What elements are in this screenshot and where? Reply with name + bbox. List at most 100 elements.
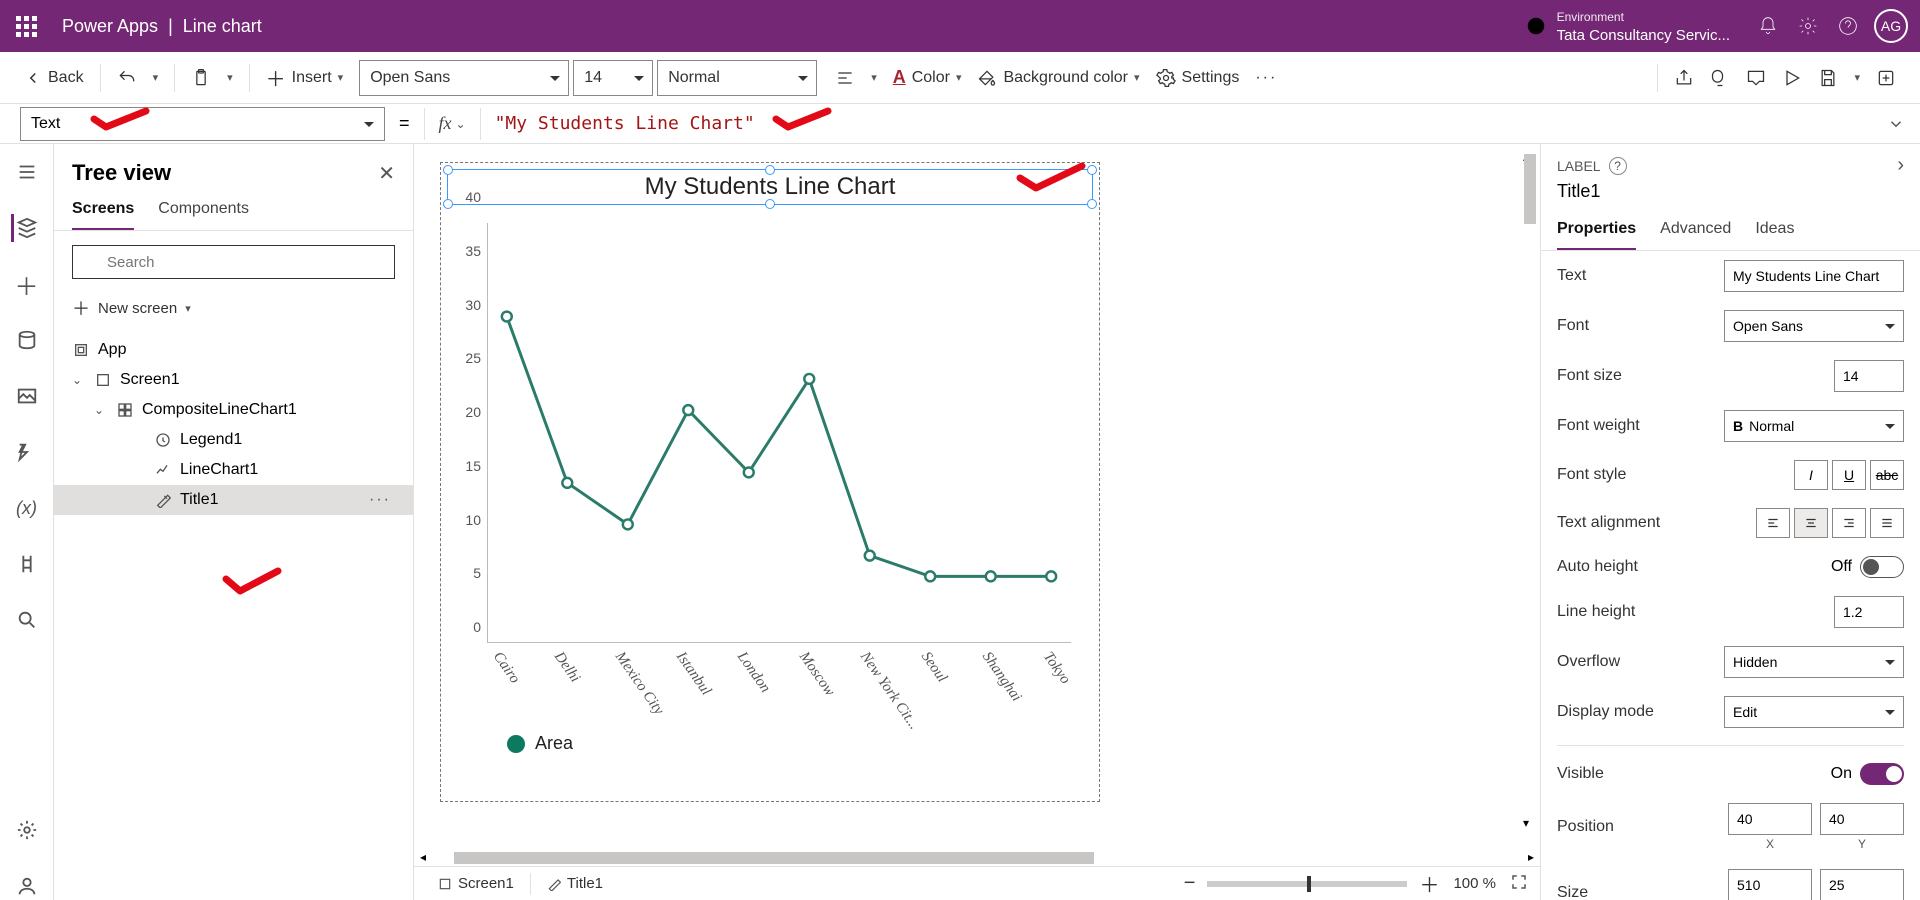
rail-tools-icon[interactable] xyxy=(13,550,41,578)
environment-picker[interactable]: Environment Tata Consultancy Servic... xyxy=(1525,8,1730,44)
rail-virtual-agent-icon[interactable] xyxy=(13,872,41,900)
zoom-in-icon[interactable]: ＋ xyxy=(1419,869,1439,898)
comment-icon[interactable] xyxy=(1738,62,1774,94)
tree-node-legend[interactable]: Legend1 xyxy=(54,425,413,455)
insert-button[interactable]: ＋ Insert ▾ xyxy=(258,57,352,98)
tree-node-linechart[interactable]: LineChart1 xyxy=(54,455,413,485)
waffle-icon[interactable] xyxy=(12,12,40,40)
paste-dropdown[interactable]: ▾ xyxy=(219,65,241,90)
vertical-scrollbar[interactable]: ▴ ▾ xyxy=(1520,154,1540,826)
prop-y-input[interactable]: 40 xyxy=(1820,803,1904,835)
bgcolor-button[interactable]: Background color ▾ xyxy=(969,62,1147,94)
prop-weight-select[interactable]: BNormal xyxy=(1724,410,1904,442)
checker-icon[interactable] xyxy=(1702,62,1738,94)
back-button[interactable]: Back xyxy=(16,63,92,93)
tab-components[interactable]: Components xyxy=(158,192,249,230)
equals-sign: = xyxy=(399,113,410,134)
font-weight-select[interactable]: Normal xyxy=(657,60,817,96)
align-button[interactable] xyxy=(827,62,863,94)
visible-toggle[interactable] xyxy=(1860,763,1904,785)
save-dropdown[interactable]: ▾ xyxy=(1846,65,1868,90)
rail-insert-icon[interactable]: ＋ xyxy=(13,270,41,298)
rail-data-icon[interactable] xyxy=(13,326,41,354)
prop-height-input[interactable]: 25 xyxy=(1820,869,1904,900)
tree-search-input[interactable] xyxy=(72,245,395,279)
chart-container[interactable]: My Students Line Chart 0510152025303540 … xyxy=(440,162,1100,802)
align-left-button[interactable] xyxy=(1756,508,1790,538)
underline-button[interactable]: U xyxy=(1832,460,1866,490)
info-icon[interactable]: ? xyxy=(1609,157,1627,175)
rail-tree-icon[interactable] xyxy=(11,214,39,242)
tree-node-app[interactable]: App xyxy=(54,335,413,365)
font-size-input[interactable]: 14 xyxy=(573,60,653,96)
align-right-button[interactable] xyxy=(1832,508,1866,538)
notifications-icon[interactable] xyxy=(1748,0,1788,52)
rail-hamburger-icon[interactable] xyxy=(13,158,41,186)
tree-title: Tree view xyxy=(72,160,171,186)
prop-tab-properties[interactable]: Properties xyxy=(1557,212,1636,250)
control-name[interactable]: Title1 xyxy=(1541,177,1920,212)
titlebar: Power Apps | Line chart Environment Tata… xyxy=(0,0,1920,52)
panel-collapse-icon[interactable]: › xyxy=(1897,154,1904,177)
font-select[interactable]: Open Sans xyxy=(359,60,569,96)
share-icon[interactable] xyxy=(1666,62,1702,94)
avatar[interactable]: AG xyxy=(1874,9,1908,43)
rail-settings-icon[interactable] xyxy=(13,816,41,844)
tab-screens[interactable]: Screens xyxy=(72,192,134,230)
prop-fontsize-input[interactable]: 14 xyxy=(1834,360,1904,392)
fx-icon[interactable]: fx xyxy=(439,113,452,134)
more-button[interactable]: ··· xyxy=(1247,63,1285,93)
prop-tab-advanced[interactable]: Advanced xyxy=(1660,212,1731,250)
paste-button[interactable] xyxy=(183,62,219,94)
rail-media-icon[interactable] xyxy=(13,382,41,410)
undo-dropdown[interactable]: ▾ xyxy=(145,65,167,90)
app-title: Power Apps | Line chart xyxy=(62,16,262,37)
left-rail: ＋ (x) xyxy=(0,144,54,900)
rail-variables-icon[interactable]: (x) xyxy=(13,494,41,522)
prop-lineheight-input[interactable]: 1.2 xyxy=(1834,596,1904,628)
align-justify-button[interactable] xyxy=(1870,508,1904,538)
rail-flow-icon[interactable] xyxy=(13,438,41,466)
color-button[interactable]: A Color ▾ xyxy=(885,61,970,94)
env-label: Environment xyxy=(1557,10,1624,24)
help-icon[interactable] xyxy=(1828,0,1868,52)
new-screen-button[interactable]: ＋New screen▾ xyxy=(54,287,413,329)
save-icon[interactable] xyxy=(1810,62,1846,94)
prop-tab-ideas[interactable]: Ideas xyxy=(1755,212,1794,250)
prop-x-input[interactable]: 40 xyxy=(1728,803,1812,835)
settings-button[interactable]: Settings xyxy=(1148,62,1248,94)
gear-icon[interactable] xyxy=(1788,0,1828,52)
zoom-slider[interactable] xyxy=(1207,881,1407,887)
fit-screen-icon[interactable] xyxy=(1510,873,1528,895)
horizontal-scrollbar[interactable]: ◂ ▸ xyxy=(414,848,1540,868)
align-center-button[interactable] xyxy=(1794,508,1828,538)
expand-formula-icon[interactable] xyxy=(1880,108,1912,140)
tree-node-more-icon[interactable]: ··· xyxy=(369,491,391,509)
formula-input[interactable]: "My Students Line Chart" xyxy=(495,113,755,134)
chart-title-control[interactable]: My Students Line Chart xyxy=(447,169,1093,205)
play-icon[interactable] xyxy=(1774,62,1810,94)
italic-button[interactable]: I xyxy=(1794,460,1828,490)
property-select[interactable]: Text xyxy=(20,107,385,141)
close-tree-icon[interactable]: ✕ xyxy=(378,161,395,186)
prop-font-select[interactable]: Open Sans xyxy=(1724,310,1904,342)
publish-icon[interactable] xyxy=(1868,62,1904,94)
tree-node-composite[interactable]: ⌄ CompositeLineChart1 xyxy=(54,395,413,425)
prop-width-input[interactable]: 510 xyxy=(1728,869,1812,900)
prop-overflow-select[interactable]: Hidden xyxy=(1724,646,1904,678)
control-type-label: LABEL xyxy=(1557,158,1601,174)
undo-button[interactable] xyxy=(109,62,145,94)
strike-button[interactable]: abc xyxy=(1870,460,1904,490)
prop-text-input[interactable]: My Students Line Chart xyxy=(1724,260,1904,292)
rail-search-icon[interactable] xyxy=(13,606,41,634)
align-dropdown[interactable]: ▾ xyxy=(863,65,885,90)
zoom-out-icon[interactable]: − xyxy=(1184,872,1196,895)
tree-node-screen1[interactable]: ⌄ Screen1 xyxy=(54,365,413,395)
tree-node-title1[interactable]: Title1 ··· xyxy=(54,485,413,515)
prop-displaymode-select[interactable]: Edit xyxy=(1724,696,1904,728)
status-screen1[interactable]: Screen1 xyxy=(426,871,526,896)
properties-panel: LABEL ? › Title1 Properties Advanced Ide… xyxy=(1540,144,1920,900)
autoheight-toggle[interactable] xyxy=(1860,556,1904,578)
canvas: My Students Line Chart 0510152025303540 … xyxy=(414,144,1540,900)
status-title1[interactable]: Title1 xyxy=(535,871,615,896)
